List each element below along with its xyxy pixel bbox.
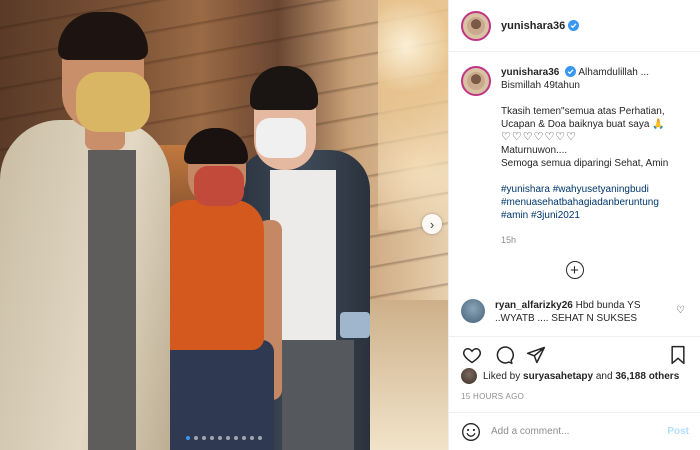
post-header: yunishara36 — [449, 0, 700, 52]
hashtag-link[interactable]: #menuasehatbahagiadanberuntung — [501, 197, 659, 208]
man-left-mask — [76, 72, 150, 132]
list-item: ryan_alfarizky26 Hbd bunda YS ..WYATB ..… — [461, 299, 688, 325]
caption-line: Bismillah 49tahun — [501, 80, 580, 91]
likes-summary: Liked by suryasahetapy and 36,188 others — [461, 368, 693, 384]
caption-row: yunishara36 Alhamdulillah ... Bismillah … — [461, 66, 688, 247]
woman-orange-top — [160, 200, 264, 350]
carousel-dot — [218, 436, 222, 440]
hashtags: #amin #3juni2021 — [501, 209, 688, 222]
action-bar — [449, 336, 700, 366]
carousel-dot — [186, 436, 190, 440]
instagram-post-view: › yunishara36 yunishara36 Alhamdulillah … — [0, 0, 700, 450]
likes-connector: and — [595, 370, 613, 382]
bookmark-icon[interactable] — [667, 344, 689, 366]
man-left-coat — [0, 120, 170, 450]
man-right-pants — [282, 340, 354, 450]
man-right-cuff — [340, 312, 370, 338]
post-button[interactable]: Post — [667, 426, 689, 437]
comment-body: Hbd bunda YS — [575, 300, 641, 311]
share-icon[interactable] — [525, 344, 547, 366]
carousel-dot — [250, 436, 254, 440]
post-sidebar: yunishara36 yunishara36 Alhamdulillah ..… — [448, 0, 700, 450]
hashtag-link[interactable]: #amin — [501, 210, 528, 221]
avatar[interactable] — [461, 368, 477, 384]
carousel-dot — [234, 436, 238, 440]
carousel-dot — [226, 436, 230, 440]
hashtag-link[interactable]: #3juni2021 — [531, 210, 580, 221]
verified-badge-icon — [568, 20, 580, 31]
comment-username[interactable]: ryan_alfarizky26 — [495, 300, 573, 311]
caption-text: yunishara36 Alhamdulillah ... Bismillah … — [501, 66, 688, 247]
carousel-dot — [194, 436, 198, 440]
carousel-dot — [258, 436, 262, 440]
avatar[interactable] — [461, 10, 491, 41]
hashtags: #menuasehatbahagiadanberuntung — [501, 196, 688, 209]
likes-prefix: Liked by — [483, 370, 521, 382]
username-link[interactable]: yunishara36 — [501, 20, 565, 32]
add-comment-bar: Post — [449, 412, 700, 450]
chevron-right-icon[interactable]: › — [422, 214, 442, 234]
caption-line: Semoga semua diparingi Sehat, Amin — [501, 158, 669, 169]
carousel-dot — [202, 436, 206, 440]
heart-emojis: ♡♡♡♡♡♡♡ — [501, 131, 578, 143]
emoji-icon[interactable] — [461, 422, 481, 442]
caption-timestamp[interactable]: 15h — [501, 234, 688, 247]
comment-input[interactable] — [491, 426, 668, 437]
caption-username[interactable]: yunishara36 — [501, 67, 559, 78]
avatar[interactable] — [461, 66, 491, 96]
avatar[interactable] — [461, 299, 485, 323]
post-photo: › — [0, 0, 448, 450]
carousel-dots — [0, 436, 448, 440]
woman-mask — [194, 166, 244, 206]
likes-count[interactable]: 36,188 others — [615, 371, 679, 382]
hashtags: #yunishara #wahyusetyaningbudi — [501, 183, 688, 196]
verified-badge-icon — [565, 66, 577, 77]
hashtag-link[interactable]: #wahyusetyaningbudi — [553, 184, 649, 195]
comment-icon[interactable] — [493, 344, 515, 366]
hashtag-link[interactable]: #yunishara — [501, 184, 550, 195]
man-left-shirt-front — [88, 150, 136, 450]
liker-username[interactable]: suryasahetapy — [523, 371, 593, 382]
plus-circle-icon[interactable]: + — [565, 261, 584, 279]
chandelier-lights — [378, 0, 448, 230]
comment-body: ..WYATB .... SEHAT N SUKSES — [495, 313, 638, 324]
woman-jeans — [164, 340, 274, 450]
carousel-dot — [210, 436, 214, 440]
caption-line: Tkasih temen"semua atas Perhatian, — [501, 106, 665, 117]
comment-like-icon[interactable]: ♡ — [676, 305, 688, 325]
comment-text: ryan_alfarizky26 Hbd bunda YS ..WYATB ..… — [495, 299, 676, 325]
caption-line: Ucapan & Doa baiknya buat saya 🙏 — [501, 119, 665, 130]
heart-icon[interactable] — [461, 344, 483, 366]
man-right-mask — [256, 118, 306, 158]
carousel-dot — [242, 436, 246, 440]
post-timestamp[interactable]: 15 HOURS AGO — [461, 392, 524, 401]
caption-line: Maturnuwon.... — [501, 145, 568, 156]
comments-list: yunishara36 Alhamdulillah ... Bismillah … — [449, 52, 700, 336]
caption-line: Alhamdulillah ... — [578, 67, 649, 78]
